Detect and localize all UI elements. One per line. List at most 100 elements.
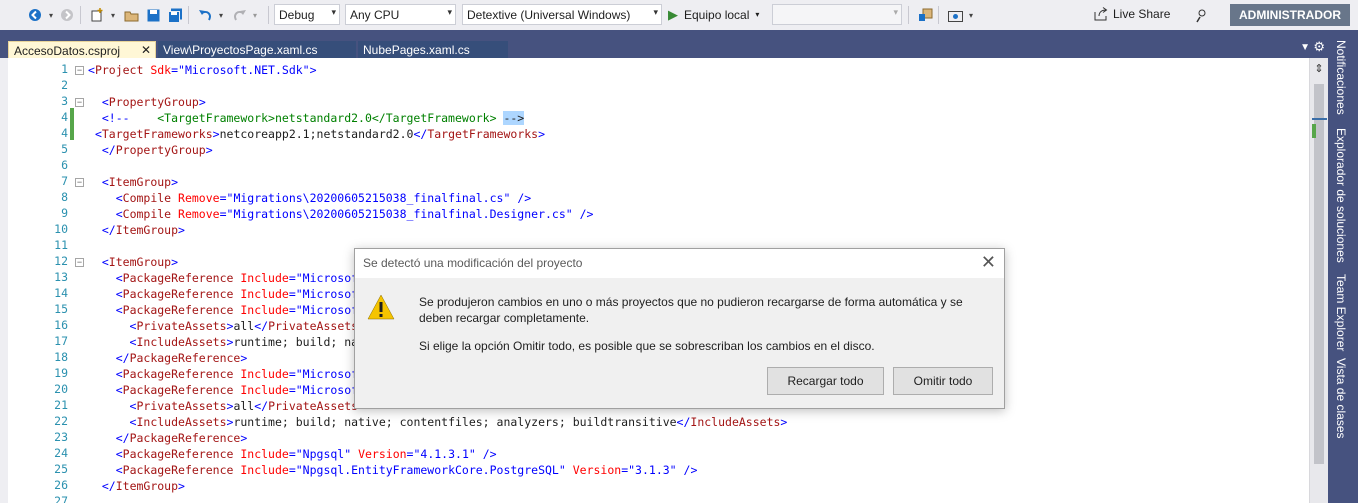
code-line[interactable]: <PackageReference Include="Microsof	[88, 270, 358, 286]
redo-dropdown-icon[interactable]: ▾	[246, 6, 264, 24]
browse-icon[interactable]	[916, 6, 934, 24]
share-icon	[1094, 7, 1108, 21]
main-toolbar: ▾ ▾ ▾ ▾ Debug ▾ Any CPU ▾ Detextive (Uni…	[0, 0, 1358, 30]
code-token: ="	[219, 207, 234, 221]
ignore-all-button[interactable]: Omitir todo	[893, 367, 993, 395]
startup-project-select[interactable]: Detextive (Universal Windows) ▾	[462, 4, 662, 25]
code-line[interactable]: <ItemGroup>	[88, 174, 178, 190]
code-token: Include	[233, 303, 289, 317]
code-line[interactable]: <PackageReference Include="Npgsql.Entity…	[88, 462, 698, 478]
code-token: Compile	[122, 191, 172, 205]
tab-acceso-datos[interactable]: AccesoDatos.csproj ✕	[8, 41, 156, 59]
save-all-icon[interactable]	[166, 6, 184, 24]
code-line[interactable]: <Project Sdk="Microsoft.NET.Sdk">	[88, 62, 317, 78]
gear-icon[interactable]: ⚙	[1313, 39, 1325, 55]
line-number: 4	[61, 126, 68, 140]
side-tab-team-explorer[interactable]: Team Explorer	[1334, 274, 1348, 351]
code-line[interactable]: </PackageReference>	[88, 350, 248, 366]
undo-dropdown-icon[interactable]: ▾	[212, 6, 230, 24]
code-token: Compile	[122, 207, 172, 221]
save-icon[interactable]	[144, 6, 162, 24]
code-line[interactable]: <TargetFrameworks>netcoreapp2.1;netstand…	[88, 126, 545, 142]
code-line[interactable]: <PackageReference Include="Npgsql" Versi…	[88, 446, 497, 462]
line-number: 9	[61, 206, 68, 220]
code-token: </	[101, 479, 116, 493]
code-token: <	[115, 383, 123, 397]
side-tab-explorador-soluciones[interactable]: Explorador de soluciones	[1334, 128, 1348, 263]
collapse-icon[interactable]: −	[75, 178, 84, 187]
tab-proyectos-page[interactable]: View\ProyectosPage.xaml.cs	[158, 41, 356, 59]
side-tab-notificaciones[interactable]: Notificaciones	[1334, 40, 1348, 115]
collapse-icon[interactable]: −	[75, 66, 84, 75]
code-line[interactable]: <PackageReference Include="Microsof	[88, 382, 358, 398]
code-line[interactable]: <PackageReference Include="Microsof	[88, 366, 358, 382]
chevron-down-icon[interactable]: ▾	[755, 10, 759, 19]
code-line[interactable]: <PropertyGroup>	[88, 94, 206, 110]
code-token: ItemGroup	[108, 175, 172, 189]
open-folder-icon[interactable]	[122, 6, 140, 24]
code-token: ">	[302, 63, 317, 77]
warning-icon	[367, 294, 395, 320]
code-line[interactable]: <Compile Remove="Migrations\202006052150…	[88, 190, 531, 206]
configuration-select[interactable]: Debug ▾	[274, 4, 340, 25]
line-number: 8	[61, 190, 68, 204]
vertical-scrollbar[interactable]: ⇕	[1309, 58, 1328, 503]
start-debugging-button[interactable]: ▶ Equipo local ▾	[668, 4, 759, 25]
code-line[interactable]: <IncludeAssets>runtime; build; nat	[88, 334, 365, 350]
code-line[interactable]: <PackageReference Include="Microsof	[88, 286, 358, 302]
line-number: 12	[54, 254, 68, 268]
forward-icon[interactable]	[58, 6, 76, 24]
reload-all-button[interactable]: Recargar todo	[767, 367, 884, 395]
code-token: Include	[233, 287, 289, 301]
live-share-button[interactable]: Live Share	[1094, 7, 1170, 21]
tab-nube-pages[interactable]: NubePages.xaml.cs	[358, 41, 508, 59]
code-line[interactable]: <ItemGroup>	[88, 254, 178, 270]
code-token: <	[115, 271, 123, 285]
feedback-icon[interactable]	[1192, 6, 1210, 24]
code-line[interactable]: </PropertyGroup>	[88, 142, 213, 158]
code-line[interactable]: <PrivateAssets>all</PrivateAssets	[88, 318, 359, 334]
code-token: <	[115, 367, 123, 381]
debug-target-select[interactable]: ▾	[772, 4, 902, 25]
line-number: 2	[61, 78, 68, 92]
platform-select[interactable]: Any CPU ▾	[345, 4, 456, 25]
tab-list-dropdown-icon[interactable]: ▼	[1300, 42, 1310, 53]
code-token: <	[115, 207, 123, 221]
chevron-down-icon: ▾	[893, 7, 898, 17]
close-icon[interactable]: ✕	[981, 252, 996, 273]
toolbar-overflow-icon[interactable]: ▾	[962, 6, 980, 24]
code-token: </	[676, 415, 691, 429]
code-token: Version	[351, 447, 407, 461]
new-dropdown-icon[interactable]: ▾	[104, 6, 122, 24]
code-token: ="	[621, 463, 636, 477]
code-line[interactable]: <!-- <TargetFramework>netstandard2.0</Ta…	[88, 110, 525, 126]
code-token: Npgsql.EntityFrameworkCore.PostgreSQL	[302, 463, 559, 477]
code-line[interactable]: <IncludeAssets>runtime; build; native; c…	[88, 414, 788, 430]
code-line[interactable]: <PrivateAssets>all</PrivateAssets	[88, 398, 359, 414]
code-line[interactable]: </ItemGroup>	[88, 478, 185, 494]
code-line[interactable]: </PackageReference>	[88, 430, 248, 446]
line-number: 20	[54, 382, 68, 396]
code-token: <	[101, 255, 109, 269]
code-line[interactable]: <Compile Remove="Migrations\202006052150…	[88, 206, 594, 222]
code-token: >	[780, 415, 788, 429]
collapse-icon[interactable]: −	[75, 98, 84, 107]
close-icon[interactable]: ✕	[141, 43, 151, 57]
code-token: Migrations\20200605215038_finalfinal.cs	[233, 191, 504, 205]
code-token: PackageReference	[122, 271, 234, 285]
code-line[interactable]: </ItemGroup>	[88, 222, 185, 238]
account-button[interactable]: ADMINISTRADOR	[1230, 4, 1350, 26]
code-token: ="	[219, 191, 234, 205]
code-token: 3.1.3	[635, 463, 670, 477]
split-editor-icon[interactable]: ⇕	[1312, 62, 1326, 76]
code-line[interactable]: <PackageReference Include="Microsof	[88, 302, 358, 318]
collapse-icon[interactable]: −	[75, 258, 84, 267]
side-tab-vista-clases[interactable]: Vista de clases	[1334, 358, 1348, 439]
scrollbar-thumb[interactable]	[1314, 84, 1324, 464]
code-token: " />	[565, 207, 594, 221]
code-token: </	[254, 399, 269, 413]
